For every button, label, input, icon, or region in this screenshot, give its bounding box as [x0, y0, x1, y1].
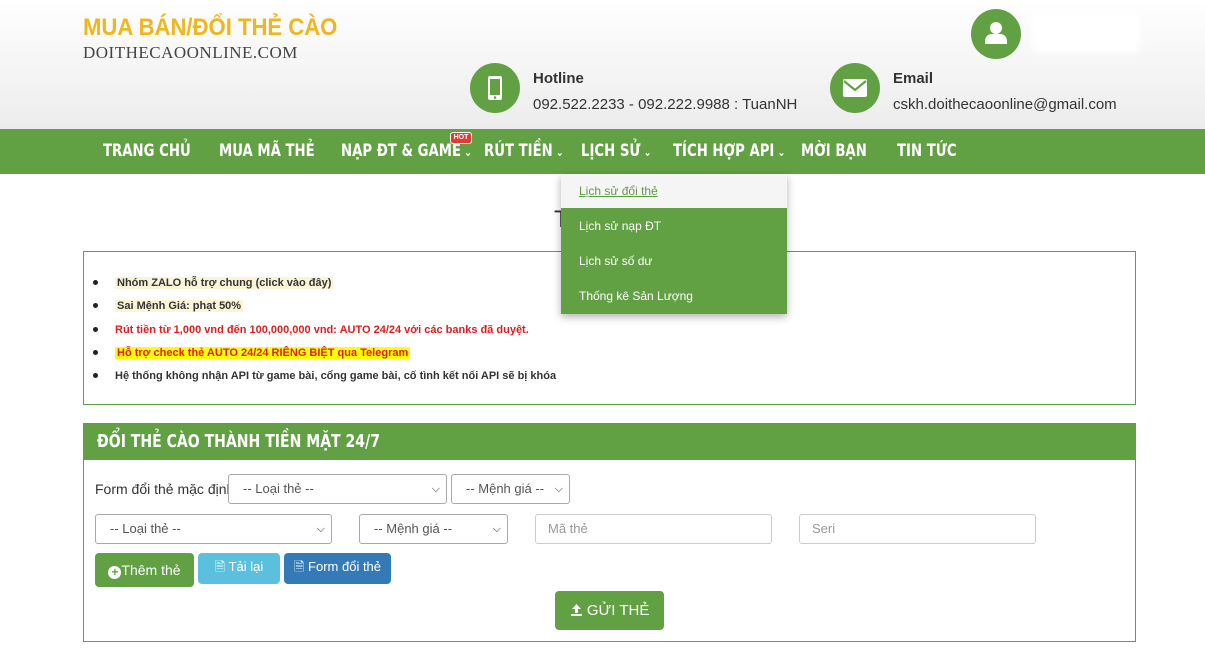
nav-item-invite[interactable]: MỜI BẠN: [801, 129, 867, 174]
chevron-down-icon: ⌄: [464, 145, 473, 159]
nav-item-home[interactable]: TRANG CHỦ: [103, 129, 191, 174]
plus-circle-icon: +: [108, 566, 122, 579]
list-item: Hệ thống không nhận API từ game bài, cổn…: [92, 369, 556, 392]
nav-item-withdraw[interactable]: RÚT TIỀN ⌄: [484, 129, 564, 174]
menu-item-balance-history[interactable]: Lịch sử số dư: [561, 244, 787, 279]
notice-list: Nhóm ZALO hỗ trợ chung (click vào đây) S…: [92, 276, 556, 392]
default-form-label: Form đổi thẻ mặc định:: [95, 481, 239, 497]
history-dropdown-menu: Lịch sử đổi thẻ Lịch sử nạp ĐT Lịch sử s…: [561, 174, 787, 314]
chevron-down-icon: ⌄: [643, 145, 652, 159]
chevron-down-icon: ⌄: [777, 145, 786, 159]
nav-item-api[interactable]: TÍCH HỢP API ⌄: [673, 129, 785, 174]
menu-item-card-history[interactable]: Lịch sử đổi thẻ: [561, 174, 787, 208]
main-nav: TRANG CHỦ MUA MÃ THẺ NẠP ĐT & GAME ⌄ RÚT …: [0, 129, 1205, 174]
nav-item-news[interactable]: TIN TỨC: [897, 129, 957, 174]
user-icon[interactable]: [971, 9, 1021, 59]
denomination-select[interactable]: -- Mệnh giá -- ⌵: [359, 514, 508, 544]
panel-title: ĐỔI THẺ CÀO THÀNH TIỀN MẶT 24/7: [84, 424, 1135, 460]
user-name-redacted[interactable]: [1032, 14, 1140, 52]
hot-badge: HOT: [450, 132, 472, 144]
submit-card-button[interactable]: GỬI THẺ: [555, 591, 664, 630]
hotline-label: Hotline: [533, 70, 584, 87]
default-card-type-select[interactable]: -- Loại thẻ -- ⌵: [228, 474, 447, 504]
file-icon: 🗎: [293, 559, 305, 574]
chevron-down-icon: ⌵: [492, 523, 501, 535]
add-card-button[interactable]: + Thêm thẻ: [95, 553, 194, 587]
menu-item-topup-history[interactable]: Lịch sử nạp ĐT: [561, 209, 787, 244]
chevron-down-icon: ⌄: [555, 145, 564, 159]
nav-item-history[interactable]: LỊCH SỬ ⌄: [581, 129, 651, 174]
list-item: Sai Mệnh Giá: phạt 50%: [92, 299, 556, 322]
serial-input[interactable]: Seri: [799, 514, 1036, 544]
change-form-button[interactable]: 🗎 Form đổi thẻ: [284, 553, 391, 584]
logo-subtitle[interactable]: DOITHECAOONLINE.COM: [83, 43, 298, 63]
mobile-phone-icon: [470, 63, 520, 113]
card-type-select[interactable]: -- Loại thẻ -- ⌵: [95, 514, 332, 544]
nav-item-buy-card[interactable]: MUA MÃ THẺ: [219, 129, 315, 174]
email-label: Email: [893, 70, 934, 87]
email-value[interactable]: cskh.doithecaoonline@gmail.com: [893, 96, 1117, 113]
default-denomination-select[interactable]: -- Mệnh giá -- ⌵: [451, 474, 570, 504]
card-code-input[interactable]: Mã thẻ: [535, 514, 772, 544]
site-header: MUA BÁN/ĐỔI THẺ CÀO DOITHECAOONLINE.COM …: [0, 0, 1205, 129]
logo-title[interactable]: MUA BÁN/ĐỔI THẺ CÀO: [83, 14, 337, 42]
envelope-icon: [830, 63, 880, 113]
upload-icon: [570, 602, 587, 619]
menu-item-output-stats[interactable]: Thống kê Sản Lượng: [561, 279, 787, 314]
chevron-down-icon: ⌵: [431, 483, 440, 495]
hotline-value: 092.522.2233 - 092.222.9988 : TuanNH: [533, 96, 798, 113]
file-icon: 🗎: [214, 559, 226, 574]
chevron-down-icon: ⌵: [554, 483, 563, 495]
list-item: Rút tiền từ 1,000 vnd đến 100,000,000 vn…: [92, 323, 556, 346]
list-item[interactable]: Nhóm ZALO hỗ trợ chung (click vào đây): [92, 276, 556, 299]
reload-button[interactable]: 🗎 Tải lại: [198, 553, 280, 584]
chevron-down-icon: ⌵: [316, 523, 325, 535]
list-item[interactable]: Hỗ trợ check thẻ AUTO 24/24 RIÊNG BIỆT q…: [92, 346, 556, 369]
